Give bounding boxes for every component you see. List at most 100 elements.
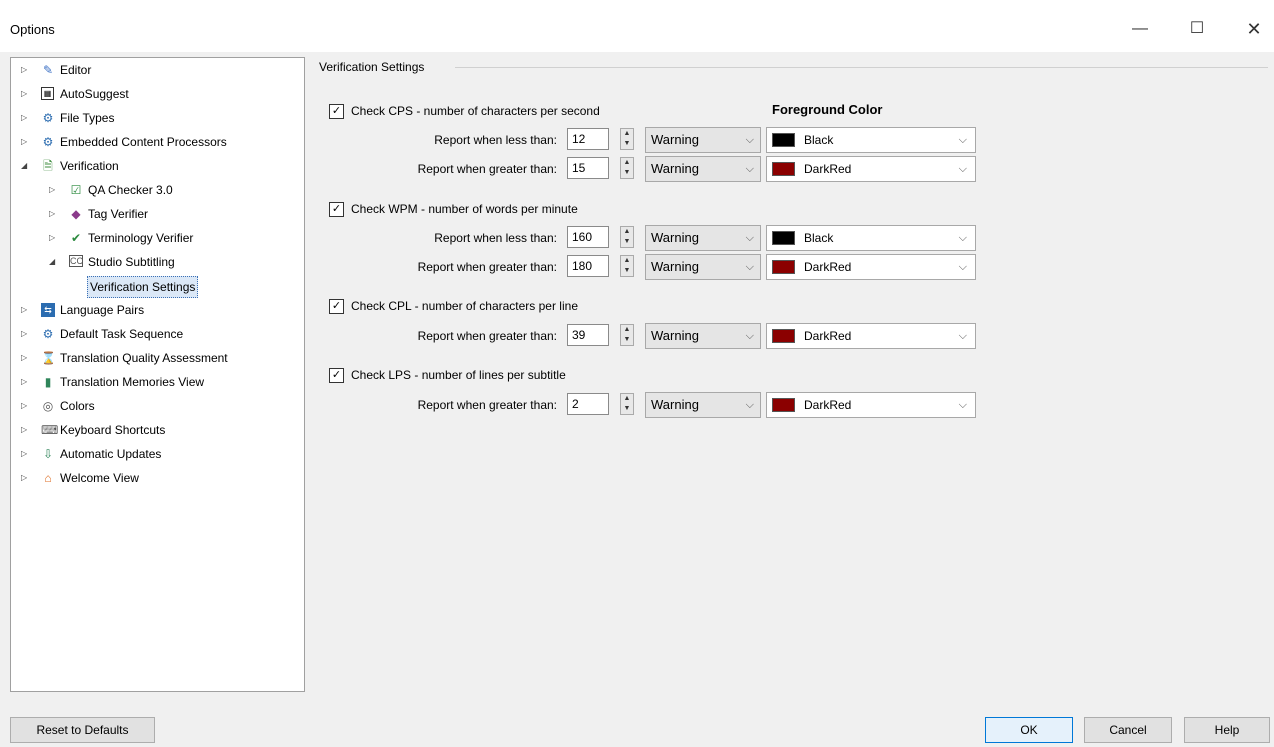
- cpl-greater-label: Report when greater than:: [417, 329, 557, 343]
- lps-greater-severity-select[interactable]: Warning ⌵: [645, 392, 761, 418]
- color-value: Black: [804, 231, 834, 245]
- tree-item-label: Welcome View: [60, 471, 139, 485]
- collapse-arrow-icon[interactable]: ◢: [49, 252, 59, 272]
- color-value: DarkRed: [804, 329, 852, 343]
- wpm-label: Check WPM - number of words per minute: [351, 202, 578, 216]
- update-icon: ⇩: [42, 447, 54, 461]
- keyboard-icon: ⌨: [41, 423, 59, 437]
- cps-greater-severity-select[interactable]: Warning ⌵: [645, 156, 761, 182]
- color-swatch: [772, 260, 795, 274]
- expand-arrow-icon[interactable]: ▷: [21, 420, 31, 440]
- cancel-button[interactable]: Cancel: [1084, 717, 1172, 743]
- pencil-icon: ✎: [42, 63, 54, 77]
- chevron-down-icon: ⌵: [745, 163, 754, 175]
- wpm-less-severity-select[interactable]: Warning ⌵: [645, 225, 761, 251]
- chevron-down-icon: ⌵: [958, 163, 967, 175]
- wpm-less-label: Report when less than:: [434, 231, 557, 245]
- palette-icon: ◎: [42, 399, 54, 413]
- cpl-greater-input[interactable]: 39: [567, 324, 609, 346]
- options-tree[interactable]: ▷ ✎ Editor ▷ ▦ AutoSuggest ▷ ⚙ File Type…: [10, 57, 305, 692]
- tree-item-label: AutoSuggest: [60, 87, 129, 101]
- lps-greater-spinner[interactable]: ▲ ▼: [620, 393, 634, 415]
- ok-button[interactable]: OK: [985, 717, 1073, 743]
- wpm-less-color-select[interactable]: Black ⌵: [766, 225, 976, 251]
- wpm-less-input[interactable]: 160: [567, 226, 609, 248]
- expand-arrow-icon[interactable]: ▷: [21, 444, 31, 464]
- home-icon: ⌂: [44, 471, 52, 485]
- color-swatch: [772, 133, 795, 147]
- tree-item-label: Tag Verifier: [88, 207, 149, 221]
- wpm-greater-color-select[interactable]: DarkRed ⌵: [766, 254, 976, 280]
- severity-value: Warning: [651, 161, 699, 176]
- chevron-down-icon: ⌵: [745, 399, 754, 411]
- tag-icon: ◆: [71, 207, 81, 221]
- expand-arrow-icon[interactable]: ▷: [21, 348, 31, 368]
- tree-item-label: Translation Quality Assessment: [60, 351, 228, 365]
- expand-arrow-icon[interactable]: ▷: [21, 108, 31, 128]
- lps-greater-input[interactable]: 2: [567, 393, 609, 415]
- cps-less-input[interactable]: 12: [567, 128, 609, 150]
- collapse-arrow-icon[interactable]: ◢: [21, 156, 31, 176]
- close-button[interactable]: ✕: [1234, 14, 1274, 44]
- minimize-button[interactable]: —: [1120, 14, 1160, 44]
- expand-arrow-icon[interactable]: ▷: [21, 132, 31, 152]
- maximize-button[interactable]: ☐: [1177, 14, 1217, 44]
- tree-item-label: Verification: [60, 159, 119, 173]
- cps-greater-color-select[interactable]: DarkRed ⌵: [766, 156, 976, 182]
- lps-checkbox[interactable]: ✓: [329, 368, 344, 383]
- cps-checkbox[interactable]: ✓: [329, 104, 344, 119]
- autosuggest-icon: ▦: [41, 87, 54, 100]
- color-value: DarkRed: [804, 260, 852, 274]
- help-button[interactable]: Help: [1184, 717, 1270, 743]
- wpm-greater-input[interactable]: 180: [567, 255, 609, 277]
- tree-item-label: Embedded Content Processors: [60, 135, 227, 149]
- chevron-down-icon: ⌵: [745, 330, 754, 342]
- wpm-greater-severity-select[interactable]: Warning ⌵: [645, 254, 761, 280]
- cpl-checkbox[interactable]: ✓: [329, 299, 344, 314]
- window-title: Options: [10, 22, 55, 37]
- cpl-label: Check CPL - number of characters per lin…: [351, 299, 578, 313]
- wpm-greater-spinner[interactable]: ▲ ▼: [620, 255, 634, 277]
- tree-item-label: QA Checker 3.0: [88, 183, 173, 197]
- chevron-down-icon: ⌵: [745, 134, 754, 146]
- lps-greater-color-select[interactable]: DarkRed ⌵: [766, 392, 976, 418]
- cpl-greater-spinner[interactable]: ▲ ▼: [620, 324, 634, 346]
- cps-greater-input[interactable]: 15: [567, 157, 609, 179]
- expand-arrow-icon[interactable]: ▷: [49, 228, 59, 248]
- verification-icon: 🗎: [43, 159, 53, 173]
- severity-value: Warning: [651, 230, 699, 245]
- chevron-down-icon: ⌵: [958, 134, 967, 146]
- expand-arrow-icon[interactable]: ▷: [21, 372, 31, 392]
- expand-arrow-icon[interactable]: ▷: [21, 60, 31, 80]
- reset-to-defaults-button[interactable]: Reset to Defaults: [10, 717, 155, 743]
- chevron-down-icon: ⌵: [958, 261, 967, 273]
- cps-less-severity-select[interactable]: Warning ⌵: [645, 127, 761, 153]
- wpm-less-spinner[interactable]: ▲ ▼: [620, 226, 634, 248]
- tree-item-label: Keyboard Shortcuts: [60, 423, 166, 437]
- lps-label: Check LPS - number of lines per subtitle: [351, 368, 566, 382]
- cps-greater-spinner[interactable]: ▲ ▼: [620, 157, 634, 179]
- foreground-color-header: Foreground Color: [772, 102, 883, 117]
- expand-arrow-icon[interactable]: ▷: [21, 396, 31, 416]
- wpm-checkbox[interactable]: ✓: [329, 202, 344, 217]
- language-pairs-icon: ⇆: [41, 303, 55, 317]
- tree-item-label: Language Pairs: [60, 303, 145, 317]
- chevron-down-icon: ⌵: [745, 232, 754, 244]
- tree-item-label: Verification Settings: [87, 276, 199, 298]
- expand-arrow-icon[interactable]: ▷: [21, 300, 31, 320]
- tree-item-label: Terminology Verifier: [88, 231, 194, 245]
- quality-assessment-icon: ⌛: [41, 351, 56, 365]
- cps-less-color-select[interactable]: Black ⌵: [766, 127, 976, 153]
- severity-value: Warning: [651, 397, 699, 412]
- cpl-greater-color-select[interactable]: DarkRed ⌵: [766, 323, 976, 349]
- cps-less-spinner[interactable]: ▲ ▼: [620, 128, 634, 150]
- translation-memory-icon: ▮: [44, 375, 52, 389]
- expand-arrow-icon[interactable]: ▷: [49, 180, 59, 200]
- expand-arrow-icon[interactable]: ▷: [21, 84, 31, 104]
- chevron-down-icon: ⌵: [745, 261, 754, 273]
- cps-less-label: Report when less than:: [434, 133, 557, 147]
- expand-arrow-icon[interactable]: ▷: [49, 204, 59, 224]
- expand-arrow-icon[interactable]: ▷: [21, 324, 31, 344]
- expand-arrow-icon[interactable]: ▷: [21, 468, 31, 488]
- cpl-greater-severity-select[interactable]: Warning ⌵: [645, 323, 761, 349]
